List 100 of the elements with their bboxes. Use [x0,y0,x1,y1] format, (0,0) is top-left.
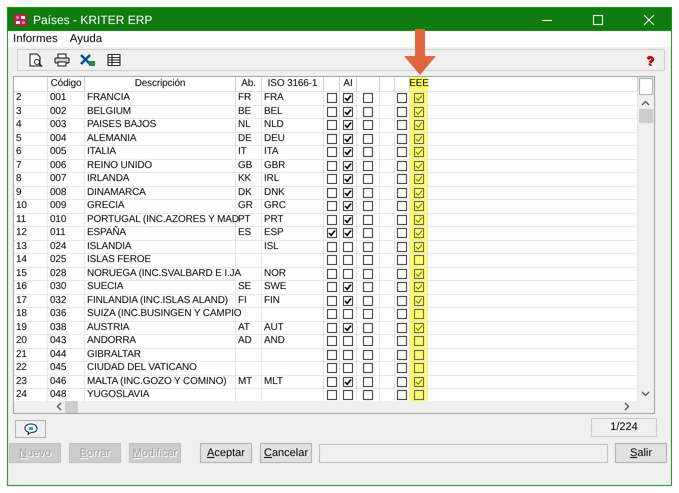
checkbox[interactable] [326,309,336,320]
column-header[interactable]: Ab. [241,78,256,90]
checkbox[interactable] [326,134,336,144]
printer-icon[interactable] [54,53,70,67]
checkbox[interactable] [397,350,407,360]
checkbox[interactable] [397,282,407,292]
checkbox[interactable] [363,296,373,306]
comment-button[interactable] [15,420,46,438]
checkbox[interactable] [343,201,353,212]
checkbox[interactable] [343,268,353,279]
checkbox[interactable] [363,174,373,184]
checkbox[interactable] [397,322,407,333]
checkbox[interactable] [343,363,353,374]
column-header[interactable]: Descripción [134,78,186,90]
action-button[interactable]: Aceptar [200,443,252,463]
scroll-down-icon[interactable] [641,391,650,397]
checkbox[interactable] [414,147,424,158]
checkbox[interactable] [326,242,336,252]
checkbox[interactable] [397,106,407,117]
checkbox[interactable] [326,201,336,212]
checkbox[interactable] [343,296,353,306]
checkbox[interactable] [326,363,336,374]
checkbox[interactable] [326,282,336,292]
column-header[interactable]: Código [50,78,82,90]
checkbox[interactable] [414,228,424,238]
checkbox[interactable] [343,242,353,252]
checkbox[interactable] [414,309,424,320]
checkbox[interactable] [414,390,424,400]
checkbox[interactable] [343,147,353,158]
help-button[interactable]: ? [646,52,654,68]
checkbox[interactable] [343,309,353,320]
checkbox[interactable] [397,363,407,374]
checkbox[interactable] [343,188,353,198]
print-preview-icon[interactable] [28,53,44,67]
checkbox[interactable] [397,188,407,198]
checkbox[interactable] [363,363,373,374]
checkbox[interactable] [363,376,373,387]
checkbox[interactable] [414,282,424,292]
checkbox[interactable] [363,160,373,171]
checkbox[interactable] [397,242,407,252]
checkbox[interactable] [343,134,353,144]
checkbox[interactable] [343,376,353,387]
checkbox[interactable] [326,296,336,306]
checkbox[interactable] [326,322,336,333]
scrollbar-button[interactable] [639,78,653,95]
horizontal-scrollbar[interactable] [14,401,654,413]
checkbox[interactable] [326,160,336,171]
checkbox[interactable] [363,93,373,104]
checkbox[interactable] [397,214,407,225]
checkbox[interactable] [363,255,373,266]
checkbox[interactable] [326,268,336,279]
checkbox[interactable] [397,336,407,346]
checkbox[interactable] [363,282,373,292]
checkbox[interactable] [397,296,407,306]
spreadsheet-export-icon[interactable] [80,53,96,67]
checkbox[interactable] [363,309,373,320]
checkbox[interactable] [343,336,353,346]
checkbox[interactable] [343,390,353,400]
checkbox[interactable] [363,188,373,198]
checkbox[interactable] [397,309,407,320]
checkbox[interactable] [326,93,336,104]
checkbox[interactable] [397,376,407,387]
checkbox[interactable] [397,174,407,184]
checkbox[interactable] [326,214,336,225]
checkbox[interactable] [397,201,407,212]
action-button[interactable]: Cancelar [260,443,312,463]
checkbox[interactable] [363,106,373,117]
checkbox[interactable] [343,322,353,333]
checkbox[interactable] [343,93,353,104]
checkbox[interactable] [414,255,424,266]
checkbox[interactable] [343,214,353,225]
scroll-up-icon[interactable] [641,100,650,106]
checkbox[interactable] [414,201,424,212]
checkbox[interactable] [397,147,407,158]
checkbox[interactable] [326,120,336,130]
checkbox[interactable] [343,106,353,117]
checkbox[interactable] [343,255,353,266]
checkbox[interactable] [363,120,373,130]
checkbox[interactable] [397,93,407,104]
scroll-thumb[interactable] [65,401,78,413]
checkbox[interactable] [414,363,424,374]
checkbox[interactable] [414,336,424,346]
speech-bubble-icon[interactable] [24,423,38,435]
checkbox[interactable] [326,228,336,238]
menu-item[interactable]: Ayuda [70,33,102,45]
checkbox[interactable] [343,228,353,238]
checkbox[interactable] [326,350,336,360]
checkbox[interactable] [397,255,407,266]
checkbox[interactable] [363,242,373,252]
checkbox[interactable] [397,228,407,238]
exit-button[interactable]: Salir [615,443,667,463]
checkbox[interactable] [326,336,336,346]
checkbox[interactable] [326,255,336,266]
checkbox[interactable] [397,268,407,279]
checkbox[interactable] [363,134,373,144]
checkbox[interactable] [397,390,407,400]
checkbox[interactable] [414,93,424,104]
checkbox[interactable] [363,214,373,225]
checkbox[interactable] [326,376,336,387]
menu-item[interactable]: Informes [13,33,58,45]
